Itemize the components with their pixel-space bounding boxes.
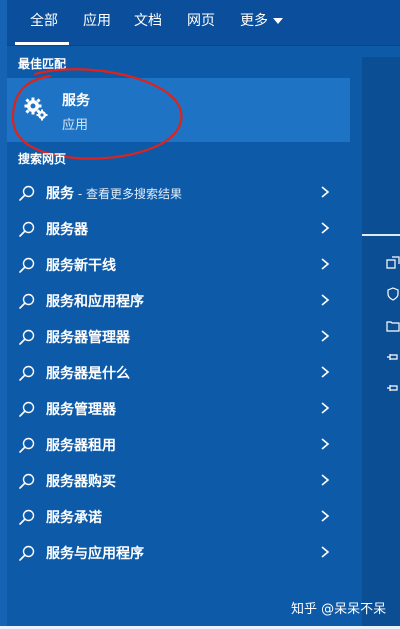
suggestion-label: 服务管理器	[46, 399, 116, 419]
web-search-heading: 搜索网页	[18, 152, 67, 166]
folder-icon[interactable]	[386, 319, 400, 333]
caret-down-icon	[273, 18, 283, 24]
search-suggestion-row[interactable]: 服务和应用程序	[7, 282, 350, 318]
suggestion-label: 服务器管理器	[46, 327, 130, 347]
search-icon	[19, 473, 35, 489]
watermark: 知乎 @呆呆不呆	[291, 602, 387, 617]
suggestion-text: 服务器购买	[46, 474, 116, 490]
suggestion-label: 服务承诺	[46, 507, 102, 527]
suggestion-label: 服务与应用程序	[46, 543, 144, 563]
chevron-right-icon[interactable]	[320, 257, 330, 271]
chevron-right-icon[interactable]	[320, 401, 330, 415]
search-results-list: 最佳匹配 服务 应用 搜索网页 服务 - 查看更多搜索结果 服务器 服务新干线 …	[7, 46, 350, 629]
suggestion-label: 服务器租用	[46, 435, 116, 455]
suggestion-text: 服务器租用	[46, 438, 116, 454]
chevron-right-icon[interactable]	[320, 329, 330, 343]
chevron-right-icon[interactable]	[320, 365, 330, 379]
suggestion-text: 服务和应用程序	[46, 294, 144, 310]
suggestion-text: 服务承诺	[46, 510, 102, 526]
search-suggestion-row[interactable]: 服务与应用程序	[7, 534, 350, 570]
search-suggestion-row[interactable]: 服务管理器	[7, 390, 350, 426]
search-suggestion-row[interactable]: 服务承诺	[7, 498, 350, 534]
tab-documents[interactable]: 文档	[134, 10, 162, 30]
tab-apps[interactable]: 应用	[83, 10, 111, 30]
open-icon[interactable]	[386, 256, 400, 270]
search-suggestion-row[interactable]: 服务器是什么	[7, 354, 350, 390]
tab-all[interactable]: 全部	[30, 10, 58, 30]
suggestion-label: 服务新干线	[46, 255, 116, 275]
search-suggestion-row[interactable]: 服务器购买	[7, 462, 350, 498]
search-icon	[19, 221, 35, 237]
search-icon	[19, 437, 35, 453]
search-icon	[19, 401, 35, 417]
suggestion-label: 服务器购买	[46, 471, 116, 491]
chevron-right-icon[interactable]	[320, 473, 330, 487]
suggestion-text: 服务与应用程序	[46, 546, 144, 562]
search-icon	[19, 185, 35, 201]
search-icon	[19, 509, 35, 525]
search-icon	[19, 329, 35, 345]
search-suggestion-row[interactable]: 服务器	[7, 210, 350, 246]
suggestion-label: 服务和应用程序	[46, 291, 144, 311]
suggestion-text: 服务	[46, 186, 74, 202]
filter-tab-bar: 全部 应用 文档 网页 更多	[7, 0, 400, 46]
pin-taskbar-icon[interactable]	[386, 381, 400, 395]
see-more-results-text: - 查看更多搜索结果	[74, 187, 182, 201]
tab-web[interactable]: 网页	[187, 10, 215, 30]
search-icon	[19, 545, 35, 561]
suggestion-text: 服务新干线	[46, 258, 116, 274]
chevron-right-icon[interactable]	[320, 293, 330, 307]
tab-more-label: 更多	[240, 13, 268, 29]
shield-icon[interactable]	[386, 287, 400, 301]
suggestion-text: 服务管理器	[46, 402, 116, 418]
pin-start-icon[interactable]	[386, 350, 400, 364]
search-suggestion-row[interactable]: 服务器租用	[7, 426, 350, 462]
search-suggestion-row[interactable]: 服务器管理器	[7, 318, 350, 354]
suggestion-label: 服务器是什么	[46, 363, 130, 383]
suggestion-label: 服务器	[46, 219, 88, 239]
search-suggestion-row[interactable]: 服务新干线	[7, 246, 350, 282]
chevron-right-icon[interactable]	[320, 437, 330, 451]
active-tab-indicator	[15, 42, 69, 45]
suggestion-text: 服务器	[46, 222, 88, 238]
chevron-right-icon[interactable]	[320, 545, 330, 559]
search-icon	[19, 365, 35, 381]
suggestion-text: 服务器管理器	[46, 330, 130, 346]
search-icon	[19, 293, 35, 309]
suggestion-text: 服务器是什么	[46, 366, 130, 382]
search-icon	[19, 257, 35, 273]
suggestion-label: 服务 - 查看更多搜索结果	[46, 183, 182, 203]
chevron-right-icon[interactable]	[320, 221, 330, 235]
chevron-right-icon[interactable]	[320, 185, 330, 199]
preview-divider	[362, 234, 400, 236]
tab-more[interactable]: 更多	[240, 10, 283, 30]
app-preview-pane	[362, 57, 400, 629]
chevron-right-icon[interactable]	[320, 509, 330, 523]
search-suggestion-row[interactable]: 服务 - 查看更多搜索结果	[7, 174, 350, 210]
